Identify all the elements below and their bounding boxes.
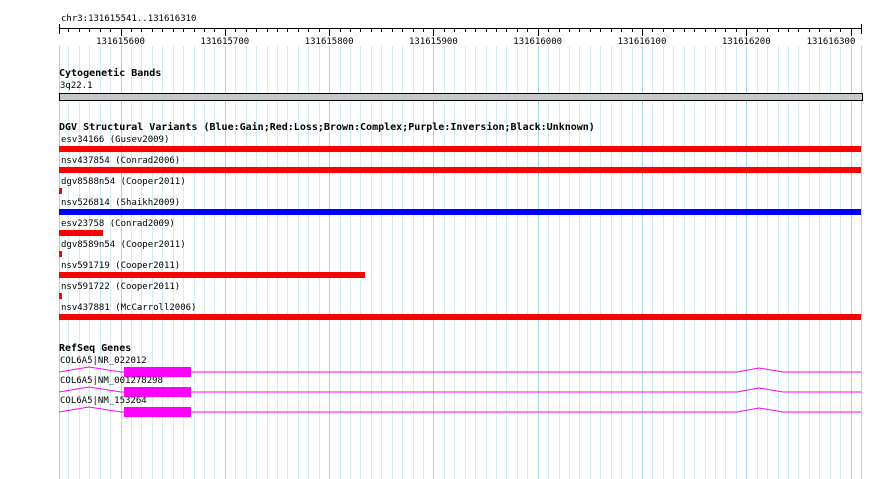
cytoband-track-title: Cytogenetic Bands [59, 68, 162, 79]
refseq-track-title: RefSeq Genes [59, 343, 132, 354]
variant-bar[interactable] [59, 146, 861, 152]
ruler-tick-label: 131616300 [807, 37, 856, 47]
variant-label[interactable]: dgv8589n54 (Cooper2011) [61, 240, 186, 251]
variant-label[interactable]: nsv526814 (Shaikh2009) [61, 198, 180, 209]
dgv-track-title: DGV Structural Variants (Blue:Gain;Red:L… [59, 122, 595, 133]
variant-label[interactable]: esv23758 (Conrad2009) [61, 219, 175, 230]
cytoband-label: 3q22.1 [60, 81, 93, 91]
gene-exon[interactable] [124, 407, 191, 417]
variant-label[interactable]: nsv437881 (McCarroll2006) [61, 303, 196, 314]
variant-bar[interactable] [59, 293, 62, 299]
ruler-tick-label: 131615600 [96, 37, 145, 47]
ruler-tick-label: 131616200 [722, 37, 771, 47]
ruler-tick-label: 131615800 [305, 37, 354, 47]
variant-bar[interactable] [59, 209, 861, 215]
ruler: 131615600 131615700 131615800 131615900 1316… [59, 24, 862, 47]
ruler-tick-label: 131616000 [513, 37, 562, 47]
variant-bar[interactable] [59, 167, 861, 173]
variant-label[interactable]: nsv437854 (Conrad2006) [61, 156, 180, 167]
variant-bar[interactable] [59, 251, 62, 257]
variant-label[interactable]: nsv591719 (Cooper2011) [61, 261, 180, 272]
variant-label[interactable]: esv34166 (Gusev2009) [61, 135, 169, 146]
ruler-tick-label: 131615700 [200, 37, 249, 47]
ruler-tick-label: 131616100 [618, 37, 667, 47]
variant-bar[interactable] [59, 314, 861, 320]
ruler-tick-label: 131615900 [409, 37, 458, 47]
variant-label[interactable]: dgv8588n54 (Cooper2011) [61, 177, 186, 188]
cytoband-bar[interactable] [59, 93, 863, 101]
variant-bar[interactable] [59, 230, 103, 236]
variant-bar[interactable] [59, 272, 365, 278]
variant-label[interactable]: nsv591722 (Cooper2011) [61, 282, 180, 293]
variant-bar[interactable] [59, 188, 62, 194]
